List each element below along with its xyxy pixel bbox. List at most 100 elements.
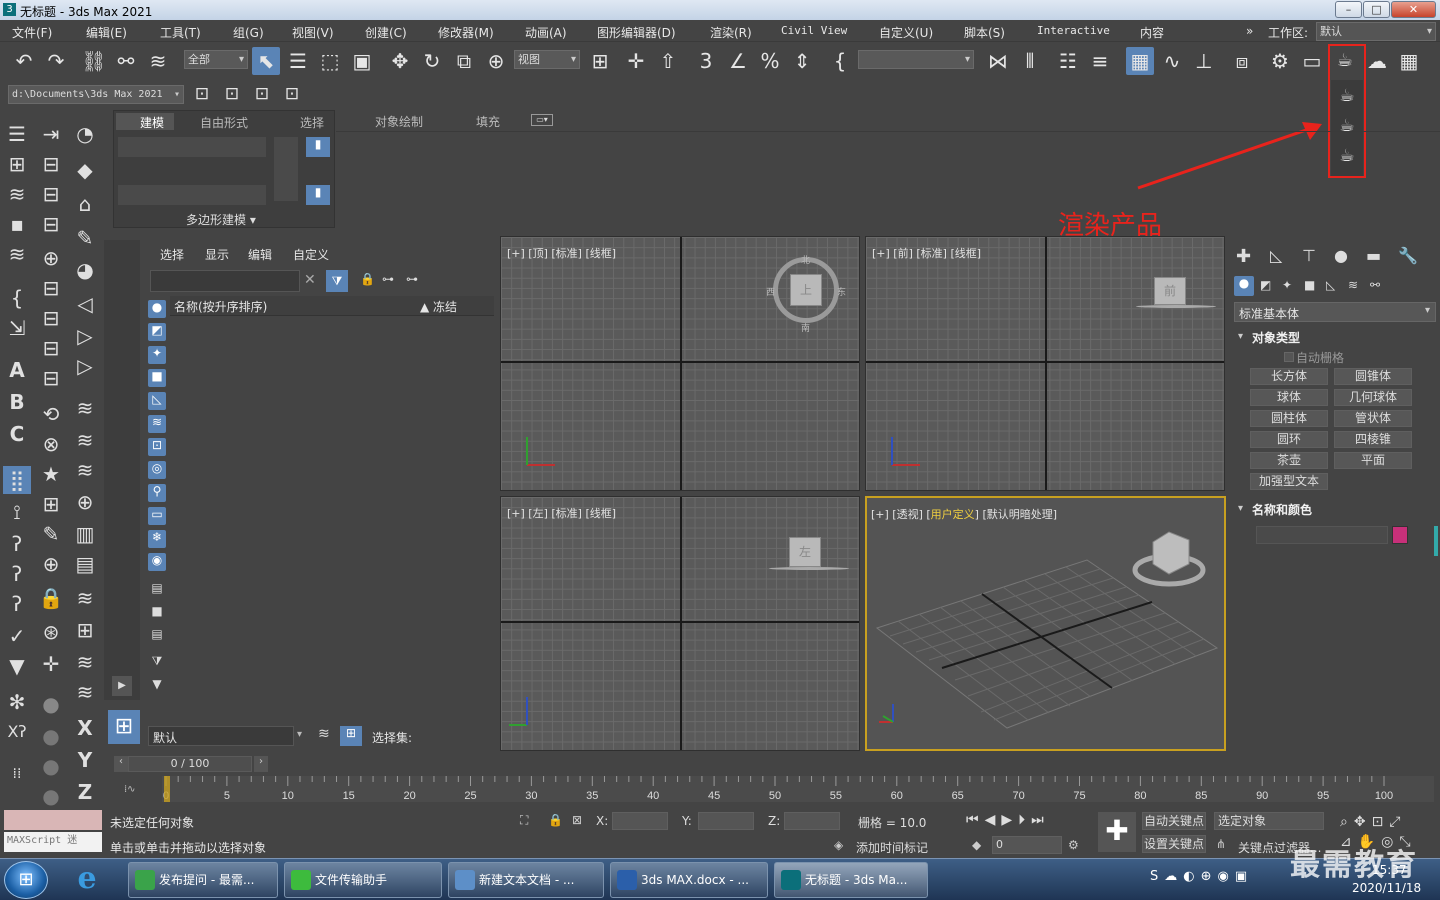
menu-animation[interactable]: 动画(A) (525, 24, 567, 41)
tool-b10-icon[interactable]: ⟲ (37, 400, 65, 428)
tool-c18-icon[interactable]: ≋ (71, 678, 99, 706)
viewport-front-label[interactable]: [+] [前] [标准] [线框] (872, 245, 981, 261)
rollout-object-type[interactable]: 对象类型 (1252, 329, 1300, 346)
se-tab-customize[interactable]: 自定义 (293, 246, 329, 263)
se-filter-xrefs-icon[interactable]: ◎ (148, 461, 166, 479)
project-icon-1[interactable]: ⊡ (188, 80, 216, 108)
tool-c9-icon[interactable]: ≋ (71, 394, 99, 422)
z-coord-field[interactable] (784, 812, 840, 830)
utilities-tab-icon[interactable]: 🔧 (1398, 246, 1418, 265)
ie-icon[interactable]: e (64, 861, 110, 899)
x-coord-field[interactable] (612, 812, 668, 830)
rendered-frame-window-icon[interactable]: ▭ (1298, 47, 1326, 75)
tool-b1-icon[interactable]: ⇥ (37, 120, 65, 148)
menu-edit[interactable]: 编辑(E) (86, 24, 127, 41)
ribbon-pin2-icon[interactable]: ▮ (306, 185, 330, 205)
cameras-cat-icon[interactable]: ■ (1304, 278, 1315, 292)
viewcube-left[interactable]: 左 (789, 537, 821, 567)
dotgrid-icon[interactable]: ⁞⁞ (3, 760, 31, 788)
selection-lock-icon[interactable]: 🔒 (548, 813, 563, 827)
tool-b11-icon[interactable]: ⊗ (37, 430, 65, 458)
se-layers-icon[interactable]: ≋ (318, 726, 330, 742)
angle-snap-icon[interactable]: ∠ (724, 47, 752, 75)
tool-c3-icon[interactable]: ⌂ (71, 190, 99, 218)
task-0[interactable]: 发布提问 - 最需... (128, 862, 278, 898)
rotate-icon[interactable]: ↻ (418, 47, 446, 75)
se-filter-funnel-icon[interactable]: ⧩ (148, 654, 166, 672)
lasso-icon[interactable]: ⟟ (3, 498, 31, 526)
curve-editor-icon[interactable]: ∿ (1158, 47, 1186, 75)
snowflake-icon[interactable]: ✻ (3, 688, 31, 716)
torus-button[interactable]: 圆环 (1250, 431, 1328, 448)
se-filter-spacewarps-icon[interactable]: ≋ (148, 415, 166, 433)
edit-named-sel-icon[interactable]: { (826, 47, 854, 75)
minimize-button[interactable]: – (1335, 1, 1362, 18)
timeline-next-icon[interactable]: › (254, 756, 268, 772)
tool-b9-icon[interactable]: ⊟ (37, 364, 65, 392)
geometry-cat-icon[interactable]: ● (1234, 276, 1254, 296)
se-search-input[interactable] (150, 270, 300, 292)
se-tab-edit[interactable]: 编辑 (248, 246, 272, 263)
render-setup-icon[interactable]: ⚙ (1266, 47, 1294, 75)
helpers-cat-icon[interactable]: ◺ (1326, 278, 1335, 292)
se-selset-icon[interactable]: ⊞ (340, 726, 362, 746)
tool-c8-icon[interactable]: ▷ (71, 352, 99, 380)
ribbon-tab-selection[interactable]: 选择 (300, 114, 324, 131)
tool-c10-icon[interactable]: ≋ (71, 426, 99, 454)
cone-button[interactable]: 圆锥体 (1334, 368, 1412, 385)
snaps-toggle-icon[interactable]: 3 (692, 47, 720, 75)
se-lock-icon[interactable]: 🔒 (360, 272, 375, 286)
menu-interactive[interactable]: Interactive (1037, 24, 1110, 37)
tool-c15-icon[interactable]: ≋ (71, 584, 99, 612)
toggle-ribbon-icon[interactable]: ≡ (1086, 47, 1114, 75)
start-button[interactable]: ⊞ (4, 861, 48, 899)
tool-b4-icon[interactable]: ⊟ (37, 210, 65, 238)
move-tool-icon[interactable]: ⇲ (3, 314, 31, 342)
viewport-left[interactable]: [+] [左] [标准] [线框] 左 (500, 496, 860, 751)
y-coord-field[interactable] (698, 812, 754, 830)
redo-icon[interactable]: ↷ (42, 47, 70, 75)
se-display-invert-icon[interactable]: ▤ (148, 627, 166, 645)
menu-scripting[interactable]: 脚本(S) (964, 24, 1005, 41)
hierarchy-tab-icon[interactable]: ⊤ (1302, 246, 1316, 265)
paint-icon-2[interactable]: ʔ (3, 560, 31, 588)
rollout-name-color[interactable]: 名称和颜色 (1252, 501, 1312, 518)
brush2-icon[interactable]: ▼ (3, 652, 31, 680)
box-button[interactable]: 长方体 (1250, 368, 1328, 385)
b-icon[interactable]: B (3, 388, 31, 416)
rect-selection-icon[interactable]: ⬚ (316, 47, 344, 75)
se-filter-funnel2-icon[interactable]: ▼ (148, 677, 166, 695)
viewport-top-label[interactable]: [+] [顶] [标准] [线框] (507, 245, 616, 261)
create-layer-icon[interactable]: ⊞ (3, 150, 31, 178)
object-color-swatch[interactable] (1392, 526, 1408, 544)
panel-scroll-indicator[interactable] (1434, 526, 1438, 556)
selected-object-dropdown[interactable]: 选定对象 (1214, 812, 1324, 830)
key-filters-icon[interactable]: ⋔ (1216, 837, 1226, 851)
track-bar[interactable]: 0510152025303540455055606570758085909510… (162, 776, 1434, 802)
stack-icon[interactable]: ≋ (3, 180, 31, 208)
rollout-toggle-icon[interactable]: ▾ (1238, 331, 1243, 342)
move-icon[interactable]: ✥ (386, 47, 414, 75)
viewport-perspective[interactable]: [+] [透视] [用户定义] [默认明暗处理] (865, 496, 1226, 751)
tool-b3-icon[interactable]: ⊟ (37, 180, 65, 208)
unlink-icon[interactable]: ⚯ (112, 47, 140, 75)
isolate-icon[interactable]: ⛶ (520, 813, 528, 828)
select-manipulate-icon[interactable]: ✛ (622, 47, 650, 75)
schematic-view-icon[interactable]: ⧈ (1228, 47, 1256, 75)
menu-customize[interactable]: 自定义(U) (879, 24, 933, 41)
menu-graph-editors[interactable]: 图形编辑器(D) (597, 24, 676, 41)
a-icon[interactable]: A (3, 356, 31, 384)
layer-explorer-icon[interactable]: ☷ (1054, 47, 1082, 75)
tool-b7-icon[interactable]: ⊟ (37, 304, 65, 332)
se-tab-display[interactable]: 显示 (205, 246, 229, 263)
se-filter-hidden-icon[interactable]: ◉ (148, 553, 166, 571)
menu-view[interactable]: 视图(V) (292, 24, 334, 41)
tool-c14-icon[interactable]: ▤ (71, 550, 99, 578)
ribbon-options-icon[interactable]: ▭▾ (531, 114, 553, 126)
scene-explorer-icon[interactable]: ▦ (1126, 47, 1154, 75)
se-hierarchy-icon[interactable]: ⊶ (382, 272, 394, 286)
pyramid-button[interactable]: 四棱锥 (1334, 431, 1412, 448)
viewcube-top[interactable]: 上 (790, 274, 822, 306)
system-tray-icons[interactable]: S☁◐⊕◉▣ (1150, 869, 1300, 889)
render-tools-grid-icon[interactable]: ▦ (1395, 47, 1423, 75)
